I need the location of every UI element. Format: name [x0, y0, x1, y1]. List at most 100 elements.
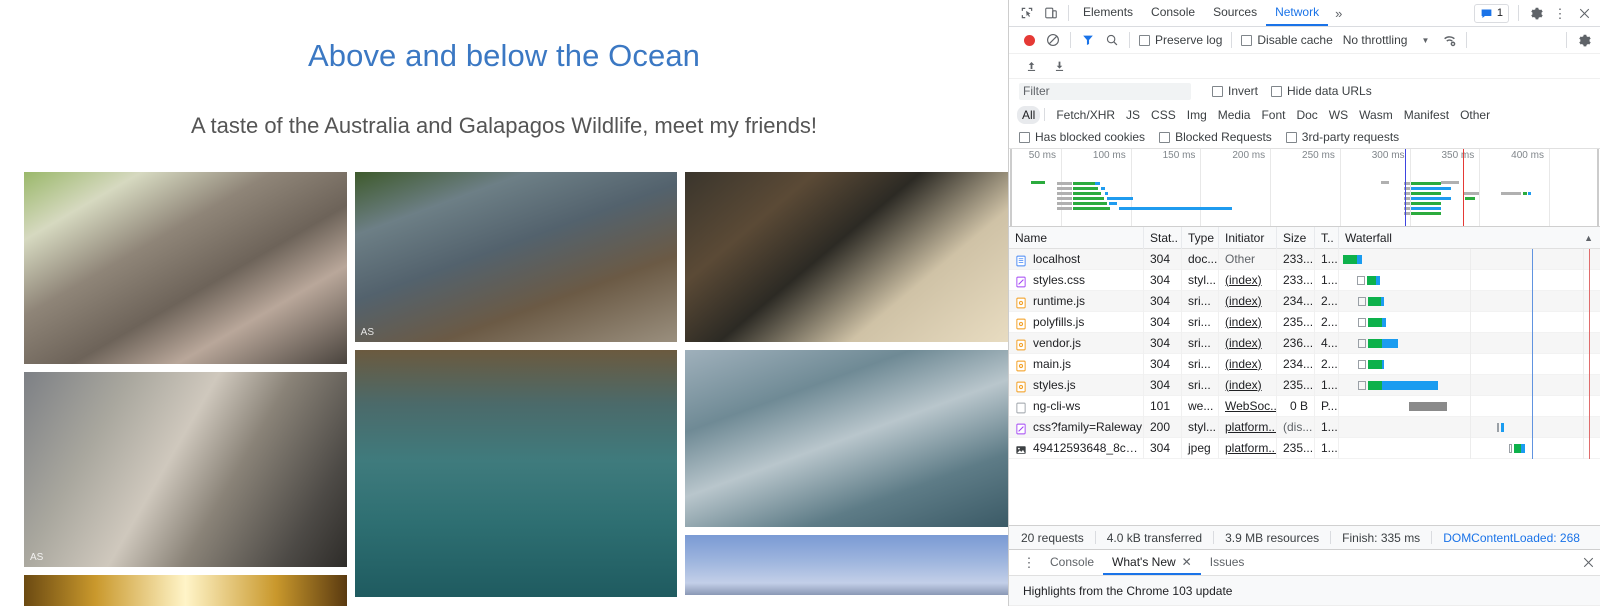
more-options-icon[interactable]: ⋮	[1548, 1, 1572, 25]
overview-request-bar	[1411, 182, 1441, 185]
overview-tick-label: 100 ms	[1093, 150, 1131, 161]
table-row[interactable]: styles.css304styl...(index)233...1...	[1009, 270, 1600, 291]
table-row[interactable]: localhost304doc...Other233...1...	[1009, 249, 1600, 270]
initiator-link[interactable]: (index)	[1225, 315, 1262, 329]
initiator-link[interactable]: (index)	[1225, 357, 1262, 371]
initiator-link[interactable]: WebSoc...	[1225, 399, 1277, 413]
chevron-down-icon[interactable]: ▼	[1421, 36, 1429, 45]
column-header-waterfall[interactable]: Waterfall▲	[1339, 227, 1600, 249]
search-icon[interactable]	[1100, 28, 1124, 52]
gear-icon[interactable]	[1524, 1, 1548, 25]
column-header-name[interactable]: Name	[1009, 227, 1144, 249]
type-filter-manifest[interactable]: Manifest	[1399, 106, 1454, 124]
overview-request-bar	[1411, 212, 1441, 215]
table-row[interactable]: 49412593648_8cc3...304jpegplatform...235…	[1009, 438, 1600, 459]
photo-marine-iguana[interactable]	[685, 172, 1008, 342]
drawer-tab-whats-new[interactable]: What's New ✕	[1103, 550, 1201, 575]
close-icon[interactable]: ✕	[1182, 555, 1192, 569]
preserve-log-checkbox[interactable]: Preserve log	[1139, 33, 1222, 47]
initiator-link[interactable]: platform...	[1225, 420, 1277, 434]
initiator-link[interactable]: (index)	[1225, 378, 1262, 392]
invert-checkbox[interactable]: Invert	[1212, 84, 1258, 98]
photo-manta-ray[interactable]	[685, 350, 1008, 527]
type-filter-css[interactable]: CSS	[1146, 106, 1181, 124]
network-overview-timeline[interactable]: 50 ms100 ms150 ms200 ms250 ms300 ms350 m…	[1009, 149, 1600, 227]
issues-badge[interactable]: 1	[1474, 4, 1509, 23]
column-header-type[interactable]: Type	[1182, 227, 1219, 249]
photo-booby-bird[interactable]: AS	[24, 372, 347, 567]
photo-gallery: ASAS	[24, 172, 1008, 606]
waterfall-load-marker	[1589, 312, 1590, 333]
request-name: localhost	[1033, 249, 1080, 270]
har-toolbar	[1009, 54, 1600, 79]
type-filter-doc[interactable]: Doc	[1291, 106, 1322, 124]
export-har-icon[interactable]	[1047, 54, 1071, 78]
network-conditions-icon[interactable]	[1437, 28, 1461, 52]
drawer-tab-issues[interactable]: Issues	[1201, 550, 1254, 575]
drawer-close-icon[interactable]	[1576, 551, 1600, 575]
close-icon[interactable]	[1572, 1, 1596, 25]
photo-koala[interactable]	[24, 172, 347, 364]
more-tabs-button[interactable]: »	[1328, 6, 1349, 21]
initiator-link[interactable]: platform...	[1225, 441, 1277, 455]
sort-ascending-icon[interactable]: ▲	[1584, 227, 1593, 249]
disable-cache-checkbox[interactable]: Disable cache	[1241, 33, 1332, 47]
tab-network[interactable]: Network	[1266, 0, 1328, 26]
clear-button[interactable]	[1041, 28, 1065, 52]
initiator-link[interactable]: (index)	[1225, 273, 1262, 287]
table-row[interactable]: vendor.js304sri...(index)236...4...	[1009, 333, 1600, 354]
type-filter-ws[interactable]: WS	[1324, 106, 1353, 124]
table-row[interactable]: runtime.js304sri...(index)234...2...	[1009, 291, 1600, 312]
drawer-tab-console[interactable]: Console	[1041, 550, 1103, 575]
type-filter-wasm[interactable]: Wasm	[1354, 106, 1398, 124]
tab-elements[interactable]: Elements	[1074, 0, 1142, 26]
overview-tick-label: 250 ms	[1302, 150, 1340, 161]
tab-console[interactable]: Console	[1142, 0, 1204, 26]
blocked-filter-blocked-requests[interactable]: Blocked Requests	[1159, 130, 1272, 144]
throttling-select[interactable]: No throttling	[1343, 33, 1408, 47]
photo-blue-seascape[interactable]	[685, 535, 1008, 595]
cell-time: 2...	[1315, 291, 1339, 312]
column-header-status[interactable]: Stat..	[1144, 227, 1182, 249]
inspect-element-icon[interactable]	[1015, 1, 1039, 25]
waterfall-queue-bar	[1358, 360, 1366, 369]
type-filter-all[interactable]: All	[1017, 106, 1040, 124]
table-row[interactable]: polyfills.js304sri...(index)235...2...	[1009, 312, 1600, 333]
type-filter-fetch-xhr[interactable]: Fetch/XHR	[1051, 106, 1120, 124]
blocked-filter-has-blocked-cookies[interactable]: Has blocked cookies	[1019, 130, 1145, 144]
table-row[interactable]: main.js304sri...(index)234...2...	[1009, 354, 1600, 375]
type-filter-other[interactable]: Other	[1455, 106, 1495, 124]
device-toolbar-icon[interactable]	[1039, 1, 1063, 25]
table-row[interactable]: css?family=Raleway200styl...platform...(…	[1009, 417, 1600, 438]
column-header-time[interactable]: T..	[1315, 227, 1339, 249]
blocked-filter-label: Blocked Requests	[1175, 130, 1272, 144]
checkbox-box	[1271, 86, 1282, 97]
blocked-filter-3rd-party-requests[interactable]: 3rd-party requests	[1286, 130, 1399, 144]
photo-whale-shark[interactable]	[355, 350, 678, 597]
column-header-size[interactable]: Size	[1277, 227, 1315, 249]
overview-request-bar	[1057, 197, 1072, 200]
table-row[interactable]: styles.js304sri...(index)235...1...	[1009, 375, 1600, 396]
import-har-icon[interactable]	[1019, 54, 1043, 78]
photo-giant-tortoise[interactable]: AS	[355, 172, 678, 342]
table-row[interactable]: ng-cli-ws101we...WebSoc...0 BP...	[1009, 396, 1600, 417]
type-filter-img[interactable]: Img	[1182, 106, 1212, 124]
hide-data-urls-checkbox[interactable]: Hide data URLs	[1271, 84, 1372, 98]
drawer-more-options-icon[interactable]: ⋮	[1017, 551, 1041, 575]
photo-golden-sunset[interactable]	[24, 575, 347, 606]
filter-input[interactable]	[1019, 83, 1191, 100]
waterfall-queue-bar	[1358, 297, 1366, 306]
type-filter-font[interactable]: Font	[1256, 106, 1290, 124]
type-filter-js[interactable]: JS	[1121, 106, 1145, 124]
initiator-link[interactable]: (index)	[1225, 336, 1262, 350]
network-settings-gear-icon[interactable]	[1572, 28, 1596, 52]
record-button[interactable]	[1017, 28, 1041, 52]
drawer-tab-issues-label: Issues	[1210, 555, 1245, 569]
tab-sources[interactable]: Sources	[1204, 0, 1266, 26]
waterfall-download-bar	[1381, 297, 1384, 306]
filter-icon[interactable]	[1076, 28, 1100, 52]
initiator-link[interactable]: (index)	[1225, 294, 1262, 308]
overview-gridline	[1131, 149, 1132, 226]
column-header-initiator[interactable]: Initiator	[1219, 227, 1277, 249]
type-filter-media[interactable]: Media	[1213, 106, 1256, 124]
